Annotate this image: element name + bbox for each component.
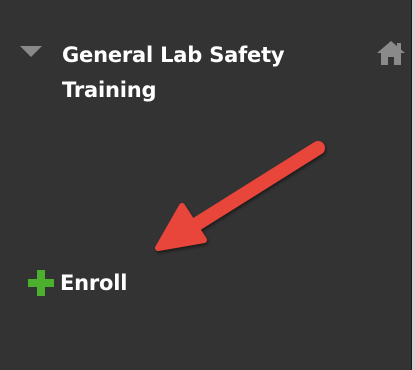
arrow-shape: [155, 141, 325, 251]
course-title-line-1: General Lab Safety: [62, 43, 285, 67]
caret-down-icon[interactable]: [20, 46, 42, 57]
enroll-button[interactable]: Enroll: [28, 266, 127, 300]
course-title[interactable]: General Lab Safety Training: [62, 38, 352, 108]
home-icon[interactable]: [376, 40, 406, 66]
course-title-line-2: Training: [62, 78, 157, 102]
plus-icon: [28, 270, 54, 296]
course-menu-panel: General Lab Safety Training Enroll: [0, 0, 412, 370]
enroll-label: Enroll: [60, 271, 128, 295]
